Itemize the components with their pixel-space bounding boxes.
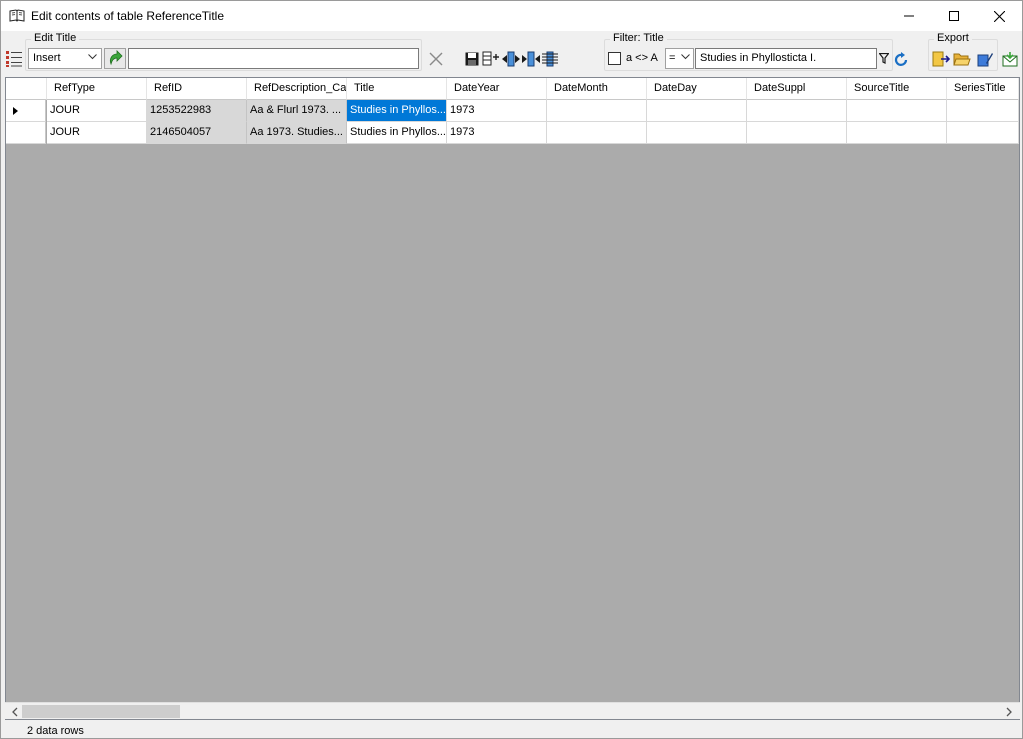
cell-sourcetitle[interactable] [847,122,947,144]
chevron-down-icon [681,54,690,60]
column-header-datemonth[interactable]: DateMonth [547,78,647,100]
edit-value-input[interactable] [128,48,419,69]
cell-title-selected[interactable]: Studies in Phyllos... [347,100,447,122]
header-corner[interactable] [6,78,47,100]
window-title: Edit contents of table ReferenceTitle [31,9,224,23]
cell-dateyear[interactable]: 1973 [447,122,547,144]
edit-mode-value: Insert [33,52,61,64]
table-row[interactable]: JOUR 2146504057 Aa 1973. Studies... Stud… [6,122,1019,144]
cell-dateday[interactable] [647,100,747,122]
chevron-down-icon [88,54,97,60]
cell-reftype[interactable]: JOUR [47,122,147,144]
filter-icon[interactable] [878,52,890,67]
export-label: Export [934,32,972,44]
insert-row-icon[interactable] [482,51,500,70]
column-header-datesuppl[interactable]: DateSuppl [747,78,847,100]
filter-value-input[interactable]: Studies in Phyllosticta I. [695,48,877,69]
column-width-icon[interactable] [542,51,558,70]
mail-export-icon[interactable] [1002,51,1018,70]
green-arrow-icon [109,50,123,66]
row-header[interactable] [6,100,46,122]
maximize-button[interactable] [931,1,977,31]
edit-title-label: Edit Title [31,32,80,44]
cell-refid[interactable]: 2146504057 [147,122,247,144]
column-header-sourcetitle[interactable]: SourceTitle [847,78,947,100]
cell-reftype[interactable]: JOUR [47,100,147,122]
cell-sourcetitle[interactable] [847,100,947,122]
export-file-icon[interactable] [932,51,951,70]
column-header-refdescription[interactable]: RefDescription_Cac [247,78,347,100]
horizontal-scrollbar[interactable] [5,702,1020,719]
open-folder-icon[interactable] [953,51,971,70]
refresh-icon[interactable] [894,52,909,70]
minimize-icon [904,15,914,17]
row-header[interactable] [6,122,46,144]
cell-seriestitle[interactable] [947,122,1019,144]
current-row-icon [13,107,18,115]
close-button[interactable] [976,1,1022,31]
case-sensitive-checkbox[interactable] [608,52,621,65]
cell-refid[interactable]: 1253522983 [147,100,247,122]
column-header-dateyear[interactable]: DateYear [447,78,547,100]
title-bar: Edit contents of table ReferenceTitle [1,1,1022,31]
book-icon [9,9,25,23]
cell-dateyear[interactable]: 1973 [447,100,547,122]
scroll-right-icon[interactable] [1001,706,1018,718]
column-header-refid[interactable]: RefID [147,78,247,100]
column-left-icon[interactable] [502,51,520,70]
cell-datemonth[interactable] [547,122,647,144]
scrollbar-thumb[interactable] [22,705,180,718]
status-text: 2 data rows [27,725,84,737]
cell-dateday[interactable] [647,122,747,144]
filter-operator-value: = [669,52,676,64]
case-sensitive-label: a <> A [626,52,658,64]
cell-refdescription[interactable]: Aa & Flurl 1973. ... [247,100,347,122]
filter-label: Filter: Title [610,32,667,44]
edit-mode-select[interactable]: Insert [28,48,102,69]
column-header-reftype[interactable]: RefType [47,78,147,100]
column-header-title[interactable]: Title [347,78,447,100]
apply-edit-button[interactable] [104,48,126,69]
cell-refdescription[interactable]: Aa 1973. Studies... [247,122,347,144]
column-header-dateday[interactable]: DateDay [647,78,747,100]
edit-export-icon[interactable] [977,51,993,70]
main-window: Edit contents of table ReferenceTitle Ed… [0,0,1023,739]
table-row[interactable]: JOUR 1253522983 Aa & Flurl 1973. ... Stu… [6,100,1019,122]
cell-seriestitle[interactable] [947,100,1019,122]
cell-datesuppl[interactable] [747,122,847,144]
minimize-button[interactable] [886,1,932,31]
cell-datemonth[interactable] [547,100,647,122]
filter-operator-select[interactable]: = [665,48,694,69]
maximize-icon [949,11,959,21]
data-grid[interactable]: RefType RefID RefDescription_Cac Title D… [5,77,1020,720]
grid-header: RefType RefID RefDescription_Cac Title D… [6,78,1019,100]
clear-icon[interactable] [429,52,443,69]
column-header-seriestitle[interactable]: SeriesTitle [947,78,1019,100]
cell-title[interactable]: Studies in Phyllos... [347,122,447,144]
column-list-icon[interactable] [6,50,22,71]
column-right-icon[interactable] [522,51,540,70]
cell-datesuppl[interactable] [747,100,847,122]
save-icon[interactable] [465,52,479,69]
close-icon [993,10,1005,22]
